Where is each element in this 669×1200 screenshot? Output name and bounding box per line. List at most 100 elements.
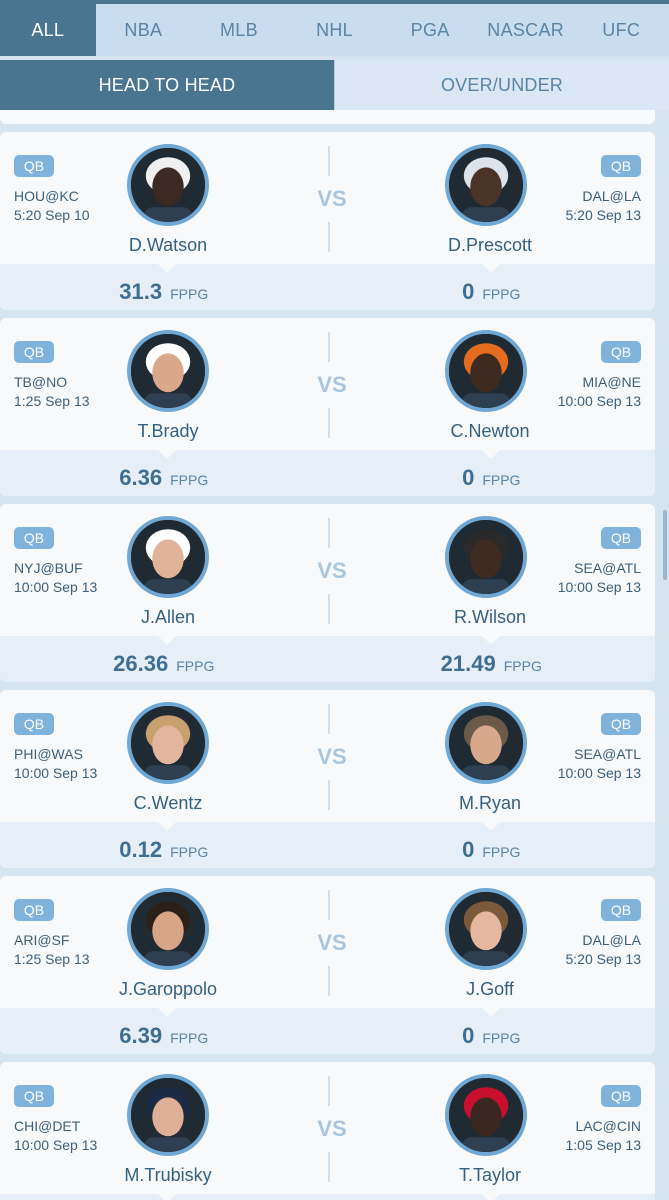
fppg-value: 21.49 xyxy=(440,651,496,676)
tab-ufc[interactable]: UFC xyxy=(573,4,669,56)
vs-divider xyxy=(328,594,330,624)
score-notch xyxy=(158,636,176,645)
vs-divider xyxy=(328,1076,330,1106)
player-name[interactable]: D.Watson xyxy=(68,235,268,256)
position-badge: QB xyxy=(601,899,641,921)
game-teams: DAL@LA xyxy=(582,932,641,948)
game-teams: LAC@CIN xyxy=(575,1118,641,1134)
player-name[interactable]: T.Taylor xyxy=(390,1165,590,1186)
game-teams: NYJ@BUF xyxy=(14,560,83,576)
scrollbar[interactable] xyxy=(663,510,667,580)
vs-label: VS xyxy=(317,744,347,769)
matchup-card[interactable]: QB ARI@SF 1:25 Sep 13 J.Garoppolo VS J.Goff QB… xyxy=(0,876,655,1054)
matchup-top: QB NYJ@BUF 10:00 Sep 13 J.Allen VS R.Wilson QB… xyxy=(0,504,655,636)
fppg-value: 0.12 xyxy=(119,837,163,862)
player-name[interactable]: C.Newton xyxy=(390,421,590,442)
game-info: DAL@LA 5:20 Sep 13 xyxy=(565,931,641,969)
score-notch xyxy=(482,822,500,831)
vs-divider xyxy=(328,890,330,920)
game-time: 10:00 Sep 13 xyxy=(14,765,98,781)
game-info: SEA@ATL 10:00 Sep 13 xyxy=(558,559,641,597)
game-teams: SEA@ATL xyxy=(574,746,641,762)
game-teams: PHI@WAS xyxy=(14,746,83,762)
tab-head-to-head[interactable]: HEAD TO HEAD xyxy=(0,60,334,110)
vs-divider xyxy=(328,518,330,548)
player-avatar[interactable] xyxy=(445,1074,527,1156)
score-notch xyxy=(482,1008,500,1017)
mode-tabs: HEAD TO HEAD OVER/UNDER xyxy=(0,60,669,110)
game-info: ARI@SF 1:25 Sep 13 xyxy=(14,931,90,969)
fppg-value: 26.36 xyxy=(113,651,169,676)
tab-over-under[interactable]: OVER/UNDER xyxy=(334,60,669,110)
matchup-top: QB ARI@SF 1:25 Sep 13 J.Garoppolo VS J.Goff QB… xyxy=(0,876,655,1008)
score-notch xyxy=(158,1194,176,1200)
player-name[interactable]: M.Trubisky xyxy=(68,1165,268,1186)
game-time: 5:20 Sep 13 xyxy=(565,951,641,967)
tab-nascar[interactable]: NASCAR xyxy=(478,4,574,56)
game-time: 5:20 Sep 10 xyxy=(14,207,90,223)
vs-label: VS xyxy=(317,186,347,211)
tab-nba[interactable]: NBA xyxy=(96,4,192,56)
position-badge: QB xyxy=(14,155,54,177)
player-name[interactable]: J.Goff xyxy=(390,979,590,1000)
fppg-unit: FPPG xyxy=(170,472,209,488)
player-avatar[interactable] xyxy=(445,516,527,598)
vs-divider xyxy=(328,966,330,996)
player-avatar[interactable] xyxy=(127,888,209,970)
score-bar: 31.3 FPPG 0 FPPG xyxy=(0,264,655,310)
matchup-top: QB TB@NO 1:25 Sep 13 T.Brady VS C.Newton QB MIA… xyxy=(0,318,655,450)
matchup-card[interactable]: QB HOU@KC 5:20 Sep 10 D.Watson VS D.Prescott Q… xyxy=(0,132,655,310)
tab-all[interactable]: ALL xyxy=(0,4,96,56)
player-avatar[interactable] xyxy=(445,330,527,412)
matchup-card[interactable]: QB TB@NO 1:25 Sep 13 T.Brady VS C.Newton QB MIA… xyxy=(0,318,655,496)
player-avatar[interactable] xyxy=(445,888,527,970)
fppg-unit: FPPG xyxy=(503,658,542,674)
player-name[interactable]: J.Allen xyxy=(68,607,268,628)
fppg-unit: FPPG xyxy=(482,286,521,302)
player-name[interactable]: M.Ryan xyxy=(390,793,590,814)
score-notch xyxy=(482,1194,500,1200)
fppg-unit: FPPG xyxy=(482,472,521,488)
game-info: NYJ@BUF 10:00 Sep 13 xyxy=(14,559,97,597)
player-name[interactable]: J.Garoppolo xyxy=(68,979,268,1000)
player-avatar[interactable] xyxy=(127,516,209,598)
fppg-unit: FPPG xyxy=(176,658,215,674)
game-time: 10:00 Sep 13 xyxy=(557,579,641,595)
fppg-unit: FPPG xyxy=(482,1030,521,1046)
player-name[interactable]: R.Wilson xyxy=(390,607,590,628)
game-time: 10:00 Sep 13 xyxy=(557,765,641,781)
player-avatar[interactable] xyxy=(127,144,209,226)
tab-mlb[interactable]: MLB xyxy=(191,4,287,56)
score-notch xyxy=(158,264,176,273)
tab-nhl[interactable]: NHL xyxy=(287,4,383,56)
vs-divider xyxy=(328,408,330,438)
fppg-value: 0 xyxy=(462,1023,475,1048)
sport-tabs: ALL NBA MLB NHL PGA NASCAR UFC xyxy=(0,4,669,56)
player-avatar[interactable] xyxy=(127,330,209,412)
score-notch xyxy=(482,636,500,645)
position-badge: QB xyxy=(14,341,54,363)
score-bar: 6.36 FPPG 0 FPPG xyxy=(0,450,655,496)
matchup-card[interactable]: QB CHI@DET 10:00 Sep 13 M.Trubisky VS T.Taylo… xyxy=(0,1062,655,1200)
tab-pga[interactable]: PGA xyxy=(382,4,478,56)
position-badge: QB xyxy=(601,713,641,735)
player-name[interactable]: D.Prescott xyxy=(390,235,590,256)
matchup-card[interactable]: QB PHI@WAS 10:00 Sep 13 C.Wentz VS M.Ryan QB SE… xyxy=(0,690,655,868)
player-avatar[interactable] xyxy=(445,702,527,784)
game-info: SEA@ATL 10:00 Sep 13 xyxy=(558,745,641,783)
game-time: 1:05 Sep 13 xyxy=(565,1137,641,1153)
previous-card-edge xyxy=(0,110,655,124)
player-name[interactable]: C.Wentz xyxy=(68,793,268,814)
matchup-top: QB CHI@DET 10:00 Sep 13 M.Trubisky VS T.Taylo… xyxy=(0,1062,655,1194)
player-avatar[interactable] xyxy=(127,1074,209,1156)
player-name[interactable]: T.Brady xyxy=(68,421,268,442)
game-teams: HOU@KC xyxy=(14,188,79,204)
fppg-value: 6.39 xyxy=(119,1023,163,1048)
score-bar: 26.36 FPPG 21.49 FPPG xyxy=(0,636,655,682)
matchup-card[interactable]: QB NYJ@BUF 10:00 Sep 13 J.Allen VS R.Wilson QB… xyxy=(0,504,655,682)
game-teams: CHI@DET xyxy=(14,1118,81,1134)
vs-divider xyxy=(328,780,330,810)
player-avatar[interactable] xyxy=(127,702,209,784)
game-info: LAC@CIN 1:05 Sep 13 xyxy=(565,1117,641,1155)
player-avatar[interactable] xyxy=(445,144,527,226)
